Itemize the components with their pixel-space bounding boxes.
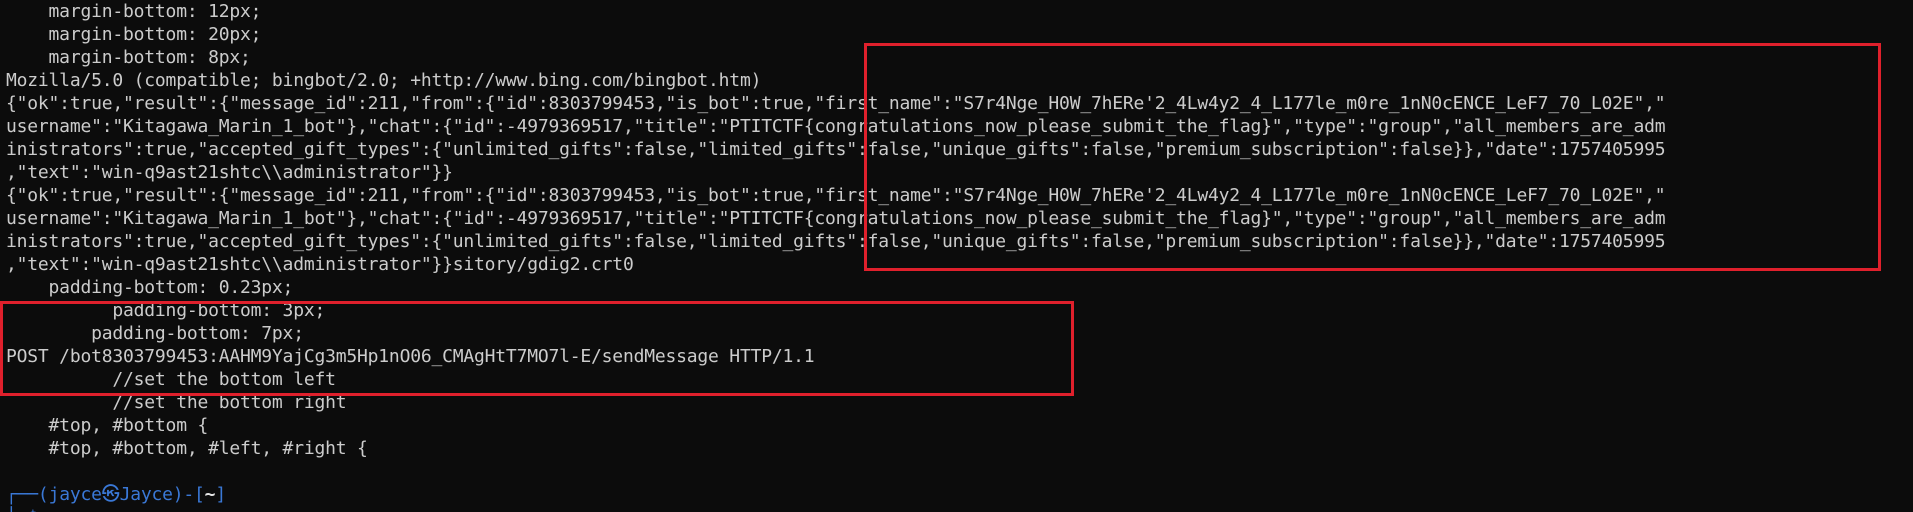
terminal-line: POST /bot8303799453:AAHM9YajCg3m5Hp1nO06… — [6, 346, 815, 367]
terminal-line: //set the bottom right — [6, 392, 347, 413]
terminal-line: padding-bottom: 3px; — [6, 300, 326, 321]
terminal-line: margin-bottom: 8px; — [6, 47, 251, 68]
terminal-line: username":"Kitagawa_Marin_1_bot"},"chat"… — [6, 208, 1666, 229]
prompt-dollar: └─$ — [6, 507, 38, 512]
terminal-line: Mozilla/5.0 (compatible; bingbot/2.0; +h… — [6, 70, 762, 91]
shell-prompt-input[interactable]: └─$ — [6, 506, 1665, 512]
terminal-line: margin-bottom: 20px; — [6, 24, 262, 45]
terminal-line: inistrators":true,"accepted_gift_types":… — [6, 139, 1666, 160]
prompt-separator: )-[ — [172, 484, 205, 505]
terminal-line: {"ok":true,"result":{"message_id":211,"f… — [6, 185, 1666, 206]
terminal-line: margin-bottom: 12px; — [6, 1, 262, 22]
terminal-line: ,"text":"win-q9ast21shtc\\administrator"… — [6, 254, 634, 275]
terminal-line: #top, #bottom, #left, #right { — [6, 438, 368, 459]
prompt-corner: ┌──( — [6, 484, 49, 505]
terminal-line: {"ok":true,"result":{"message_id":211,"f… — [6, 93, 1666, 114]
prompt-directory: ~ — [204, 484, 216, 505]
shell-prompt: ┌──(jayce㉿Jayce)-[~] — [6, 483, 1665, 506]
terminal-output: margin-bottom: 12px; margin-bottom: 20px… — [6, 0, 1666, 512]
terminal-line: //set the bottom left — [6, 369, 336, 390]
terminal-line: padding-bottom: 0.23px; — [6, 277, 294, 298]
terminal-line: #top, #bottom { — [6, 415, 209, 436]
prompt-user: jayce — [48, 484, 102, 505]
prompt-at-symbol: ㉿ — [101, 484, 120, 505]
terminal-line: inistrators":true,"accepted_gift_types":… — [6, 231, 1666, 252]
terminal-line: ,"text":"win-q9ast21shtc\\administrator"… — [6, 162, 453, 183]
prompt-close: ] — [215, 484, 226, 505]
terminal-line: padding-bottom: 7px; — [6, 323, 304, 344]
terminal-window[interactable]: margin-bottom: 12px; margin-bottom: 20px… — [0, 0, 1913, 512]
terminal-line: username":"Kitagawa_Marin_1_bot"},"chat"… — [6, 116, 1666, 137]
prompt-host: Jayce — [119, 484, 173, 505]
